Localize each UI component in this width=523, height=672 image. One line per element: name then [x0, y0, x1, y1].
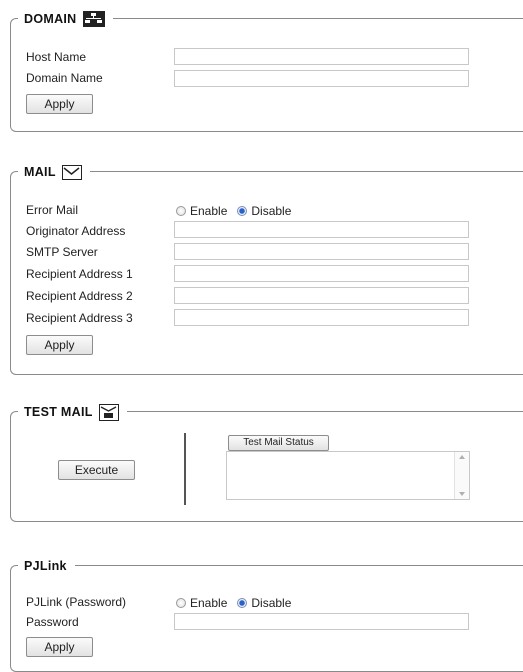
- execute-button[interactable]: Execute: [58, 460, 135, 480]
- scroll-up-icon[interactable]: [459, 455, 465, 459]
- pjlink-enable-radio[interactable]: [176, 598, 186, 608]
- password-label: Password: [26, 615, 79, 629]
- envelope-icon: [61, 164, 82, 180]
- pjlink-enable-label: Enable: [190, 596, 228, 610]
- mail-apply-button[interactable]: Apply: [26, 335, 93, 355]
- password-field[interactable]: [174, 613, 469, 630]
- recipient-address-3-label: Recipient Address 3: [26, 311, 133, 325]
- mail-section: MAIL Error Mail Enable Disable Originato…: [10, 163, 523, 375]
- test-mail-status-button[interactable]: Test Mail Status: [228, 435, 329, 451]
- recipient-address-2-field[interactable]: [174, 287, 469, 304]
- domain-name-label: Domain Name: [26, 71, 103, 85]
- recipient-address-3-field[interactable]: [174, 309, 469, 326]
- pjlink-radio-group: Enable Disable: [176, 596, 297, 610]
- pjlink-legend: PJLink: [18, 557, 75, 575]
- error-mail-disable-label: Disable: [251, 204, 292, 218]
- domain-section: DOMAIN Host Name Domain Name Apply: [10, 10, 523, 132]
- host-name-label: Host Name: [26, 50, 87, 64]
- status-scrollbar[interactable]: [454, 452, 469, 499]
- network-icon: [82, 11, 105, 27]
- pjlink-apply-button[interactable]: Apply: [26, 637, 93, 657]
- domain-title: DOMAIN: [24, 12, 77, 26]
- test-mail-divider: [184, 433, 186, 505]
- scroll-down-icon[interactable]: [459, 492, 465, 496]
- pjlink-password-label: PJLink (Password): [26, 595, 127, 609]
- recipient-address-2-label: Recipient Address 2: [26, 289, 133, 303]
- error-mail-disable-radio[interactable]: [237, 206, 248, 216]
- pjlink-section: PJLink PJLink (Password) Enable Disable …: [10, 557, 523, 672]
- pjlink-disable-radio[interactable]: [237, 598, 248, 608]
- mail-title: MAIL: [24, 165, 56, 179]
- test-mail-status-area[interactable]: [226, 451, 470, 500]
- test-envelope-icon: [98, 403, 119, 421]
- pjlink-disable-label: Disable: [251, 596, 292, 610]
- error-mail-enable-label: Enable: [190, 204, 228, 218]
- originator-address-field[interactable]: [174, 221, 469, 238]
- domain-legend: DOMAIN: [18, 10, 113, 28]
- originator-address-label: Originator Address: [26, 224, 126, 238]
- error-mail-enable-radio[interactable]: [176, 206, 186, 216]
- mail-legend: MAIL: [18, 163, 90, 181]
- test-mail-legend: TEST MAIL: [18, 403, 127, 421]
- domain-apply-button[interactable]: Apply: [26, 94, 93, 114]
- pjlink-title: PJLink: [24, 559, 67, 573]
- test-mail-section: TEST MAIL Execute Test Mail Status: [10, 403, 523, 522]
- recipient-address-1-field[interactable]: [174, 265, 469, 282]
- test-mail-title: TEST MAIL: [24, 405, 93, 419]
- recipient-address-1-label: Recipient Address 1: [26, 267, 133, 281]
- host-name-field[interactable]: [174, 48, 469, 65]
- smtp-server-field[interactable]: [174, 243, 469, 260]
- error-mail-radio-group: Enable Disable: [176, 204, 297, 218]
- error-mail-label: Error Mail: [26, 203, 79, 217]
- smtp-server-label: SMTP Server: [26, 245, 98, 259]
- domain-name-field[interactable]: [174, 70, 469, 87]
